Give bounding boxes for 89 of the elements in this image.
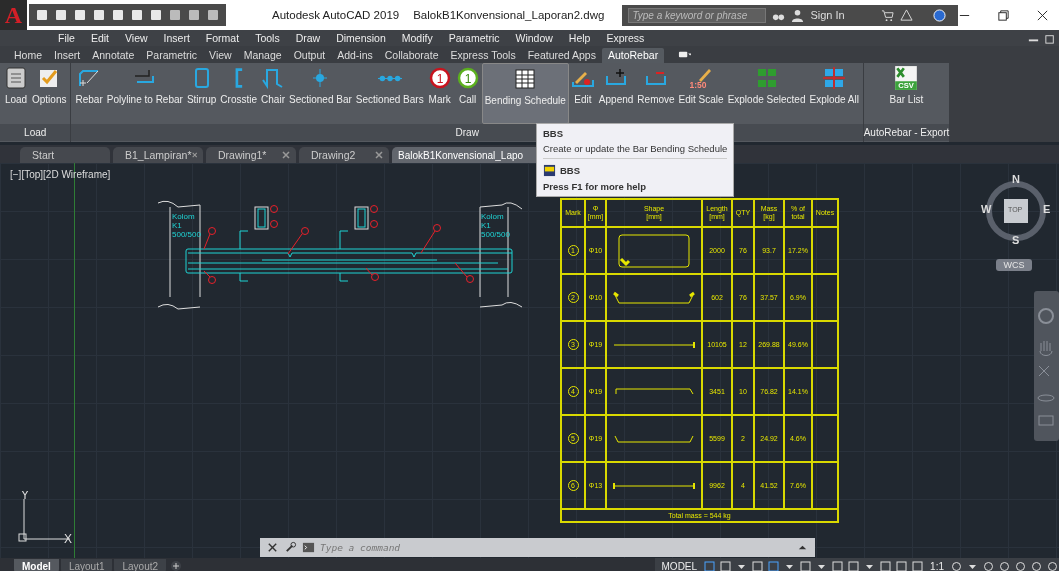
- wrench-icon[interactable]: [284, 541, 297, 554]
- restore-icon[interactable]: [997, 8, 1010, 22]
- sign-in-button[interactable]: Sign In: [810, 9, 845, 21]
- menu-item[interactable]: Dimension: [328, 32, 394, 44]
- ribbon-tab[interactable]: Featured Apps: [521, 48, 602, 63]
- file-name: BalokB1Konvensional_Laporan2.dwg: [413, 9, 605, 21]
- ribbon-tool-button[interactable]: Edit: [568, 63, 597, 124]
- help-icon[interactable]: [932, 8, 946, 22]
- tooltip-title: BBS: [543, 128, 565, 139]
- ribbon-tool-button[interactable]: Polyline to Rebar: [104, 63, 185, 124]
- csv-icon: CSV: [893, 65, 920, 91]
- app-title: Autodesk AutoCAD 2019: [271, 9, 400, 21]
- menu-item[interactable]: File: [50, 32, 83, 44]
- menu-item[interactable]: Insert: [155, 32, 198, 44]
- help-hint: Press F1 for more help: [543, 181, 647, 192]
- load-icon: [4, 66, 28, 90]
- ribbon-tool-button[interactable]: Bending Schedule: [481, 63, 569, 124]
- ribbon-tool-button[interactable]: Explode All: [807, 63, 861, 124]
- ribbon-tool-button[interactable]: Options: [30, 63, 69, 124]
- network-icon[interactable]: [899, 8, 913, 22]
- call-icon: 1: [455, 66, 480, 90]
- ribbon-tool-button[interactable]: Explode Selected: [725, 63, 808, 124]
- ribbon-tool-button[interactable]: CSV Bar List: [887, 63, 926, 124]
- panel-title: AutoRebar - Export: [863, 124, 949, 141]
- viewport-controls[interactable]: [−][Top][2D Wireframe]: [10, 169, 111, 180]
- prompt-icon[interactable]: [302, 541, 315, 554]
- beam-reinforcement-drawing: Kolom K1 500/500 Kolom K1 500/500: [150, 193, 530, 313]
- ribbon-tool-button[interactable]: Sectioned Bars: [353, 63, 426, 124]
- explode-all-icon: [822, 66, 847, 90]
- compass-south[interactable]: S: [1012, 234, 1020, 246]
- ribbon-tool-button[interactable]: Remove: [635, 63, 677, 124]
- ribbon-tab[interactable]: View: [203, 48, 238, 63]
- compass-north[interactable]: N: [1012, 173, 1020, 185]
- tooltip-description: Create or update the Bar Bending Schedule: [543, 143, 728, 154]
- menu-item[interactable]: Draw: [287, 32, 329, 44]
- table-icon: [513, 67, 538, 91]
- document-tab[interactable]: B1_Lampiran*: [113, 147, 203, 163]
- document-tab[interactable]: Drawing2: [299, 147, 389, 163]
- menu-item[interactable]: Parametric: [440, 32, 508, 44]
- annotation-scale[interactable]: 1:1: [927, 560, 947, 571]
- command-icon: [543, 164, 556, 177]
- chair-icon: [261, 66, 285, 90]
- menu-item[interactable]: Express: [598, 32, 653, 44]
- layout-tab[interactable]: Layout2: [114, 559, 167, 571]
- ribbon-tab[interactable]: Annotate: [86, 48, 141, 63]
- ribbon-tool-button[interactable]: Load: [2, 63, 30, 124]
- menu-item[interactable]: Window: [507, 32, 561, 44]
- crosstie-icon: [234, 68, 243, 88]
- ribbon-tool-button[interactable]: Rebar: [73, 63, 105, 124]
- document-tab[interactable]: Start: [20, 147, 110, 163]
- sections-icon: [377, 74, 402, 82]
- ribbon-tab[interactable]: Manage: [237, 48, 288, 63]
- ribbon-tool-button[interactable]: 1 Call: [453, 63, 482, 124]
- ribbon-tab[interactable]: AutoRebar: [601, 48, 665, 63]
- document-tab[interactable]: Drawing1*: [206, 147, 296, 163]
- ribbon-tool-button[interactable]: Crosstie: [218, 63, 259, 124]
- ribbon-tab[interactable]: Add-ins: [331, 48, 379, 63]
- ribbon-tab[interactable]: Parametric: [140, 48, 204, 63]
- panel-title: Load: [0, 124, 71, 141]
- ribbon-tool-button[interactable]: 1 Mark: [425, 63, 454, 124]
- menu-item[interactable]: Edit: [82, 32, 117, 44]
- bar-shape-drawing: [618, 233, 690, 268]
- compass-east[interactable]: E: [1043, 203, 1051, 215]
- menu-item[interactable]: View: [117, 32, 156, 44]
- menu-item[interactable]: Modify: [393, 32, 441, 44]
- user-icon: [791, 8, 805, 22]
- menu-item[interactable]: Tools: [247, 32, 288, 44]
- ribbon-tool-button[interactable]: Chair: [259, 63, 287, 124]
- menu-item[interactable]: Format: [197, 32, 248, 44]
- mark-icon: 1: [427, 66, 452, 90]
- add-layout-icon[interactable]: [170, 560, 183, 571]
- ribbon-tab[interactable]: Express Tools: [444, 48, 522, 63]
- command-name: BBS: [560, 165, 581, 176]
- ribbon-tab[interactable]: Home: [8, 48, 48, 63]
- close-icon[interactable]: [1036, 8, 1049, 22]
- ribbon-tab[interactable]: Insert: [48, 48, 87, 63]
- ribbon-tool-button[interactable]: Append: [596, 63, 636, 124]
- menu-item[interactable]: Help: [560, 32, 599, 44]
- ribbon-tool-button[interactable]: Stirrup: [184, 63, 219, 124]
- close-icon[interactable]: [266, 541, 279, 554]
- cart-icon[interactable]: [880, 8, 894, 22]
- model-space-button[interactable]: MODEL: [658, 560, 701, 571]
- ribbon-tool-button[interactable]: Sectioned Bar: [287, 63, 354, 124]
- compass-west[interactable]: W: [981, 203, 992, 215]
- ribbon-tab[interactable]: Output: [287, 48, 332, 63]
- layout-tab[interactable]: Layout1: [60, 559, 113, 571]
- layout-tab[interactable]: Model: [14, 559, 59, 571]
- ribbon-tool-button[interactable]: 1:50 Edit Scale: [676, 63, 726, 124]
- ribbon-tab[interactable]: Collaborate: [378, 48, 445, 63]
